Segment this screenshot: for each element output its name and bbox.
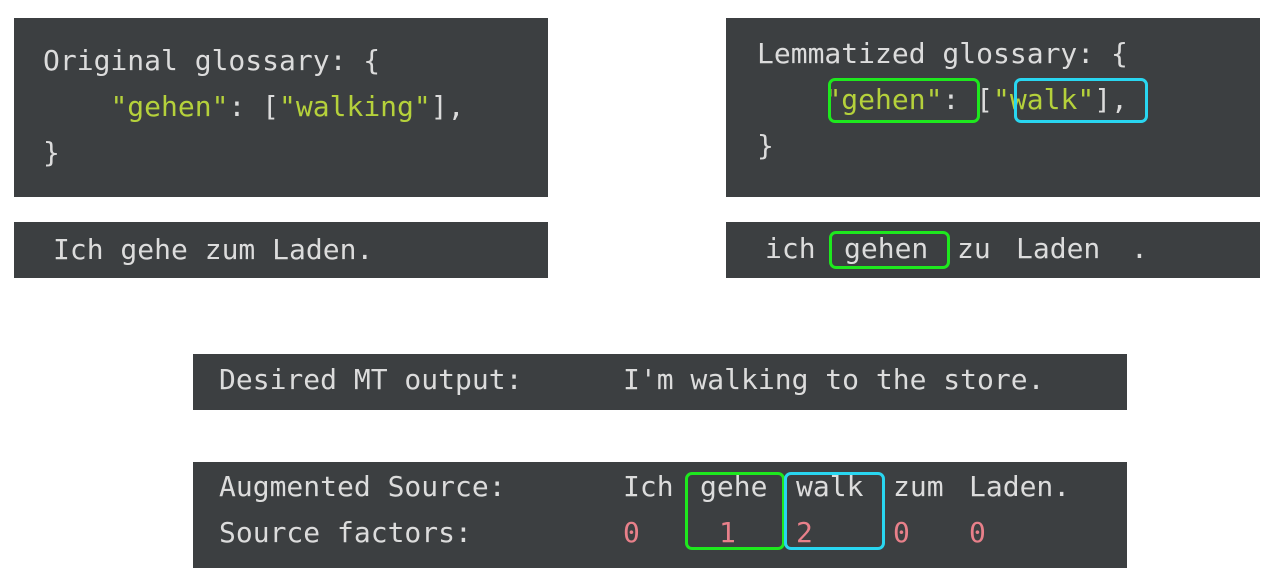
source-factors-label: Source factors:: [219, 516, 472, 549]
source-factor-2: 2: [796, 516, 813, 549]
lemmatized-glossary-panel: Lemmatized glossary: { "gehen": ["walk"]…: [726, 18, 1260, 197]
original-sentence: Ich gehe zum Laden.: [53, 233, 374, 266]
lemmatized-word-zu: zu: [957, 232, 991, 265]
original-glossary-value: "walking": [279, 90, 431, 123]
original-glossary-close-brace: }: [43, 136, 60, 169]
original-glossary-panel: Original glossary: { "gehen": ["walking"…: [14, 18, 548, 197]
lemmatized-glossary-separator: : [: [942, 83, 994, 116]
lemmatized-word-period: .: [1131, 232, 1148, 265]
augmented-source-panel: Augmented Source: Ich gehe walk zum Lade…: [193, 462, 1127, 568]
original-sentence-panel: Ich gehe zum Laden.: [14, 222, 548, 278]
source-factor-0: 0: [623, 516, 640, 549]
augmented-word-laden: Laden.: [969, 470, 1071, 503]
lemmatized-word-laden: Laden: [1016, 232, 1101, 265]
lemmatized-word-ich: ich: [765, 232, 816, 265]
lemmatized-glossary-entry: "gehen": ["walk"],: [757, 77, 1260, 123]
lemmatized-glossary-title: Lemmatized glossary: [757, 37, 1078, 70]
original-glossary-key: "gehen": [110, 90, 229, 123]
lemmatized-glossary-header: Lemmatized glossary: {: [757, 31, 1260, 77]
original-glossary-title: Original glossary: [43, 44, 330, 77]
augmented-word-ich: Ich: [623, 470, 674, 503]
original-glossary-entry: "gehen": ["walking"],: [43, 84, 548, 130]
augmented-word-walk: walk: [796, 470, 864, 503]
lemmatized-glossary-open-brace: : {: [1077, 37, 1128, 70]
augmented-source-label: Augmented Source:: [219, 470, 506, 503]
desired-output-text: I'm walking to the store.: [623, 363, 1045, 396]
lemmatized-sentence-panel: ich gehen zu Laden .: [726, 222, 1260, 278]
lemmatized-glossary-entry-close: ],: [1094, 83, 1128, 116]
original-glossary-open-brace: : {: [329, 44, 381, 77]
source-factor-4: 0: [969, 516, 986, 549]
original-glossary-entry-close: ],: [430, 90, 465, 123]
lemmatized-glossary-key: "gehen": [824, 83, 943, 116]
original-glossary-header: Original glossary: {: [43, 38, 548, 84]
source-factor-3: 0: [893, 516, 910, 549]
source-factor-1: 1: [719, 516, 736, 549]
augmented-word-gehe: gehe: [700, 470, 768, 503]
lemmatized-word-gehen: gehen: [844, 232, 929, 265]
original-glossary-separator: : [: [228, 90, 280, 123]
desired-output-panel: Desired MT output: I'm walking to the st…: [193, 354, 1127, 410]
lemmatized-glossary-value: "walk": [993, 83, 1095, 116]
desired-output-label: Desired MT output:: [219, 363, 523, 396]
augmented-word-zum: zum: [893, 470, 944, 503]
lemmatized-glossary-close-brace: }: [757, 129, 774, 162]
